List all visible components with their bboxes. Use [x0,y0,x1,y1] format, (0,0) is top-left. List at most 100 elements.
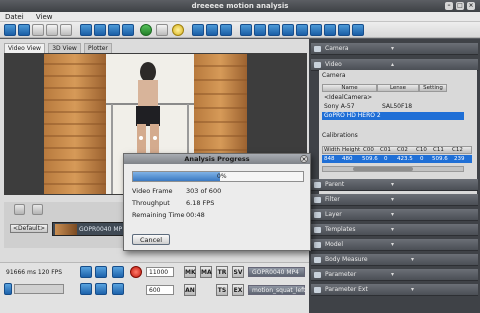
menu-datei[interactable]: Datei [0,12,29,22]
tab-plotter[interactable]: Plotter [84,43,112,53]
slider-start-icon[interactable] [4,283,12,295]
section-parent[interactable]: Parent ▾ [311,179,478,191]
undo-icon[interactable] [122,24,134,36]
close-icon[interactable]: × [300,155,308,163]
close-icon[interactable]: × [467,2,475,10]
camera-row[interactable]: Sony A-57 SAL50F18 [322,103,464,111]
ts-button[interactable]: TS [216,284,228,296]
col-name[interactable]: Name [322,84,377,92]
col-c00[interactable]: C00 [363,147,374,154]
mark-b-icon[interactable] [254,24,266,36]
mark-c-icon[interactable] [268,24,280,36]
chevron-down-icon: ▾ [411,286,415,293]
section-parameter-label: Parameter [325,271,357,278]
frame-field[interactable]: 11000 [146,267,174,277]
light-icon[interactable] [172,24,184,36]
camera-row-selected[interactable]: GoPRO HD HERO 2 [322,112,464,120]
first-frame-icon[interactable] [192,24,204,36]
mark-h-icon[interactable] [338,24,350,36]
add-clip-icon[interactable] [14,204,25,215]
skip-back-icon[interactable] [80,283,92,295]
pause-icon[interactable] [112,266,124,278]
tab-video-view[interactable]: Video View [4,43,45,53]
mark-i-icon[interactable] [352,24,364,36]
refresh-icon[interactable] [156,24,168,36]
record-icon[interactable] [130,266,142,278]
sv-button[interactable]: SV [232,266,244,278]
col-width[interactable]: Width [324,147,340,154]
window-title: dreeeee motion analysis [191,2,289,10]
col-c01[interactable]: C01 [380,147,391,154]
zoom-in-icon[interactable] [80,24,92,36]
chevron-down-icon: ▾ [391,241,395,248]
section-layer[interactable]: Layer ▾ [311,209,478,221]
calibration-row[interactable]: 848 480 509.6 0 423.5 0 509.6 239 [322,155,472,163]
video-select[interactable]: GOPR0040 MP4 [248,267,305,277]
section-parameter-ext[interactable]: Parameter Ext ▾ [311,284,478,296]
calibrations-label: Calibrations [322,132,358,139]
section-camera[interactable]: Camera ▾ [311,43,478,55]
rewind-icon[interactable] [80,266,92,278]
menu-view[interactable]: View [31,12,58,22]
calibration-header: Width Height C00 C01 C02 C10 C11 C12 [322,146,472,154]
ex-button[interactable]: EX [232,284,244,296]
skip-forward-icon[interactable] [95,283,107,295]
marker-select[interactable]: motion_squat_left [248,285,306,295]
default-clip-button[interactable]: <Default> [10,224,48,233]
col-c02[interactable]: C02 [397,147,408,154]
chevron-down-icon: ▾ [391,45,395,52]
timeline-slider[interactable] [14,284,64,294]
scrollbar-thumb[interactable] [353,167,413,171]
minimize-icon[interactable]: – [445,2,453,10]
mark-e-icon[interactable] [296,24,308,36]
camera-row[interactable]: <IdealCamera> [322,94,464,102]
mark-g-icon[interactable] [324,24,336,36]
video-frame-label: Video Frame [132,187,173,195]
remove-clip-icon[interactable] [32,204,43,215]
calib-c02: 423.5 [397,156,413,162]
col-c10[interactable]: C10 [416,147,427,154]
calibration-scrollbar[interactable] [322,166,464,172]
zoom-fit-icon[interactable] [108,24,120,36]
col-c11[interactable]: C11 [433,147,444,154]
folder-icon[interactable] [46,24,58,36]
parameter-ext-icon [314,287,321,293]
throughput-label: Throughput [132,199,170,207]
mk-button[interactable]: MK [184,266,196,278]
section-body-measure[interactable]: Body Measure ▾ [311,254,478,266]
tr-button[interactable]: TR [216,266,228,278]
zoom-out-icon[interactable] [94,24,106,36]
model-icon [314,242,321,248]
cancel-button[interactable]: Cancel [132,234,170,245]
calib-height: 480 [342,156,353,162]
maximize-icon[interactable]: □ [456,2,464,10]
open-icon[interactable] [4,24,16,36]
mark-a-icon[interactable] [240,24,252,36]
new-icon[interactable] [32,24,44,36]
chevron-down-icon: ▾ [391,181,395,188]
templates-icon [314,227,321,233]
ma-button[interactable]: MA [200,266,212,278]
tab-3d-view[interactable]: 3D View [48,43,81,53]
col-height[interactable]: Height [342,147,360,154]
play-icon[interactable] [140,24,152,36]
section-parameter[interactable]: Parameter ▾ [311,269,478,281]
step-field[interactable]: 600 [146,285,174,295]
col-lense[interactable]: Lense [377,84,419,92]
section-model[interactable]: Model ▾ [311,239,478,251]
mark-d-icon[interactable] [282,24,294,36]
next-frame-icon[interactable] [220,24,232,36]
an-button[interactable]: AN [184,284,196,296]
section-layer-label: Layer [325,211,342,218]
section-filter[interactable]: Filter ▾ [311,194,478,206]
save-icon[interactable] [18,24,30,36]
home-icon[interactable] [60,24,72,36]
fast-forward-icon[interactable] [112,283,124,295]
mark-f-icon[interactable] [310,24,322,36]
step-back-icon[interactable] [95,266,107,278]
col-setting[interactable]: Setting [419,84,447,92]
col-c12[interactable]: C12 [452,147,463,154]
camera-lense: SAL50F18 [382,103,413,110]
prev-frame-icon[interactable] [206,24,218,36]
section-templates[interactable]: Templates ▾ [311,224,478,236]
